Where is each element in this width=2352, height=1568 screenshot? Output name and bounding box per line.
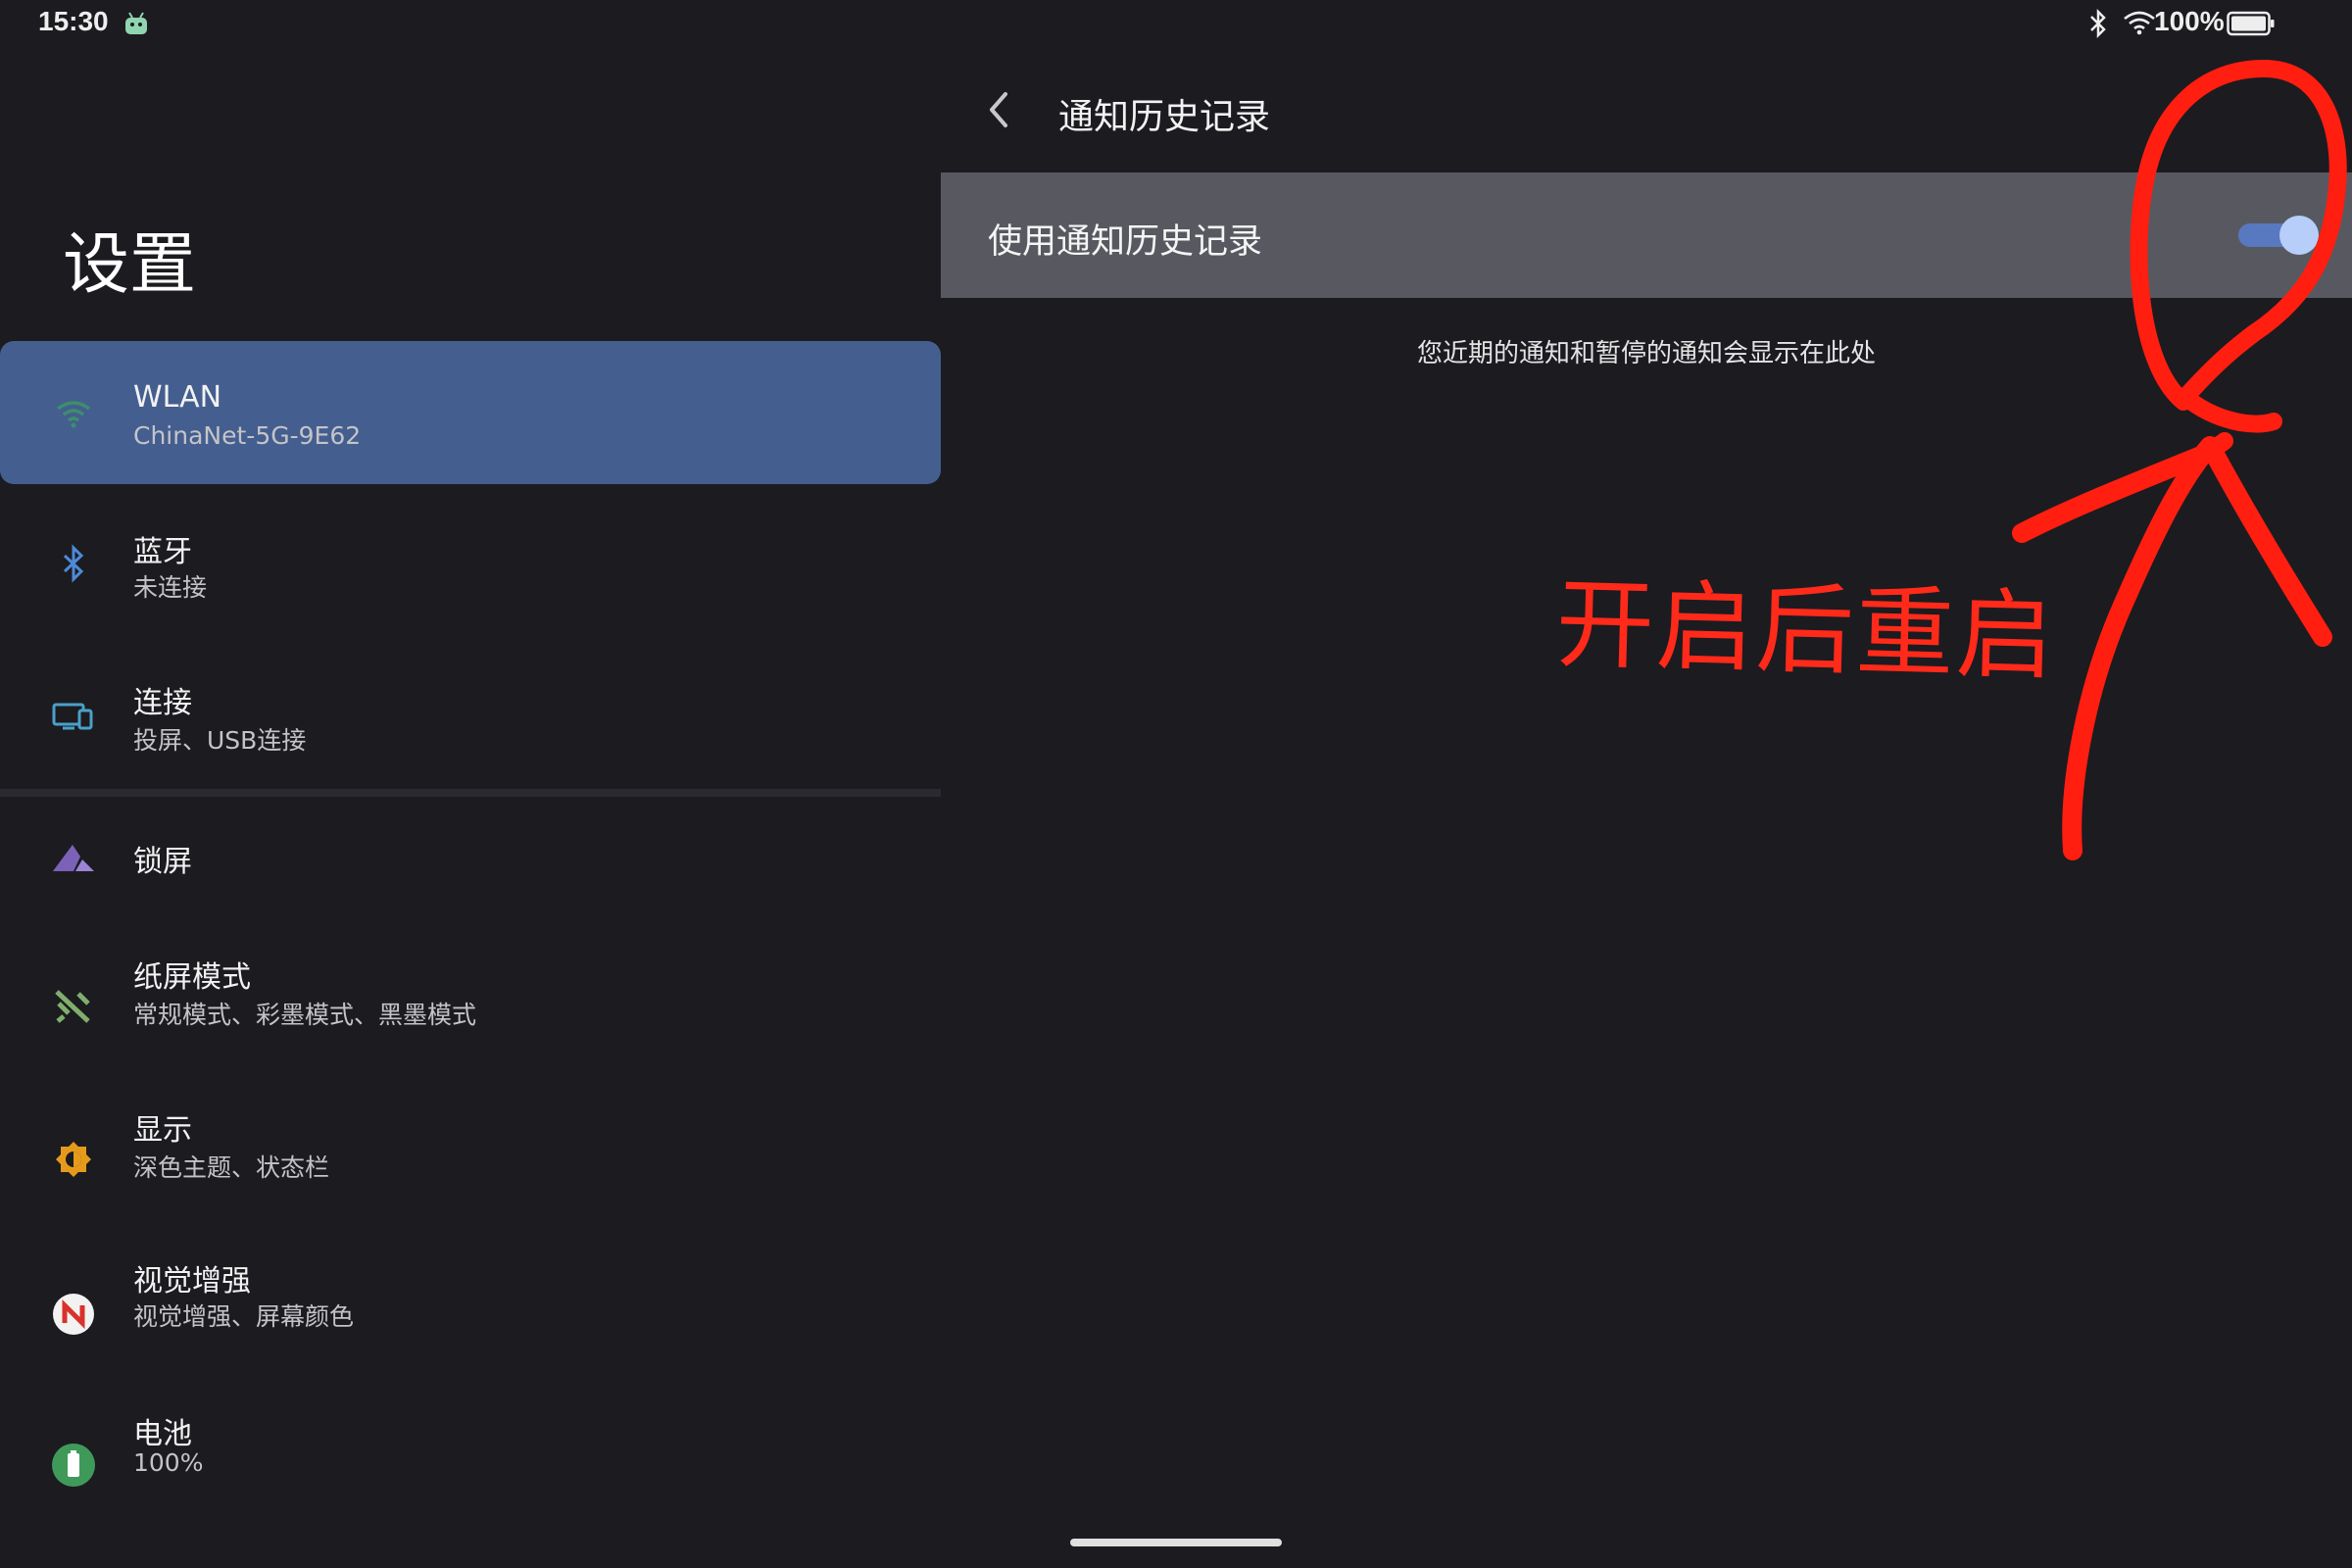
settings-item-display[interactable]: 显示 深色主题、状态栏 [0, 1086, 941, 1229]
use-notification-history-row[interactable]: 使用通知历史记录 [941, 172, 2352, 298]
settings-item-connection[interactable]: 连接 投屏、USB连接 [0, 643, 941, 786]
settings-item-battery[interactable]: 电池 100% [0, 1388, 941, 1531]
settings-list-panel: 设置 WLAN ChinaNet-5G-9E62 蓝牙 未连接 连接 投屏、US… [0, 0, 941, 1568]
settings-item-subtitle: 深色主题、状态栏 [133, 1153, 330, 1182]
settings-item-wlan[interactable]: WLAN ChinaNet-5G-9E62 [0, 341, 941, 484]
settings-item-subtitle: 视觉增强、屏幕颜色 [133, 1302, 355, 1331]
visual-enhance-icon [53, 1294, 94, 1335]
page-title: 设置 [63, 226, 197, 304]
settings-item-subtitle: 100% [133, 1448, 204, 1477]
settings-item-subtitle: 投屏、USB连接 [133, 726, 307, 755]
lockscreen-mountain-icon [53, 845, 94, 871]
annotation-text: 开启后重启 [1554, 565, 2058, 695]
settings-item-subtitle: 未连接 [133, 573, 208, 602]
wifi-icon [56, 401, 91, 428]
settings-item-title: 视觉增强 [133, 1264, 251, 1298]
back-arrow-icon[interactable] [980, 86, 1019, 133]
settings-item-bluetooth[interactable]: 蓝牙 未连接 [0, 492, 941, 635]
display-brightness-icon [56, 1142, 91, 1177]
home-indicator-bar[interactable] [1070, 1539, 1282, 1546]
empty-history-hint: 您近期的通知和暂停的通知会显示在此处 [1416, 339, 1876, 368]
settings-item-visual-enhance[interactable]: 视觉增强 视觉增强、屏幕颜色 [0, 1237, 941, 1380]
switch-thumb [2279, 216, 2319, 255]
notification-history-switch[interactable] [2238, 216, 2319, 255]
settings-item-title: 连接 [133, 686, 192, 720]
settings-item-title: 锁屏 [133, 845, 192, 879]
settings-item-title: 蓝牙 [133, 535, 192, 569]
settings-item-title: 显示 [133, 1113, 192, 1148]
paper-mode-icon [55, 990, 90, 1023]
battery-icon [52, 1444, 95, 1487]
bluetooth-icon [63, 544, 84, 583]
settings-item-paper-mode[interactable]: 纸屏模式 常规模式、彩墨模式、黑墨模式 [0, 933, 941, 1076]
connection-devices-icon [52, 703, 93, 730]
settings-item-title: 纸屏模式 [133, 960, 251, 995]
settings-item-subtitle: 常规模式、彩墨模式、黑墨模式 [133, 1001, 477, 1029]
page-title: 通知历史记录 [1058, 97, 1271, 137]
settings-item-title: 电池 [133, 1417, 192, 1451]
settings-item-subtitle: ChinaNet-5G-9E62 [133, 421, 362, 450]
settings-item-lockscreen[interactable]: 锁屏 [0, 786, 941, 929]
toggle-label: 使用通知历史记录 [988, 222, 1263, 262]
settings-item-title: WLAN [133, 380, 222, 415]
